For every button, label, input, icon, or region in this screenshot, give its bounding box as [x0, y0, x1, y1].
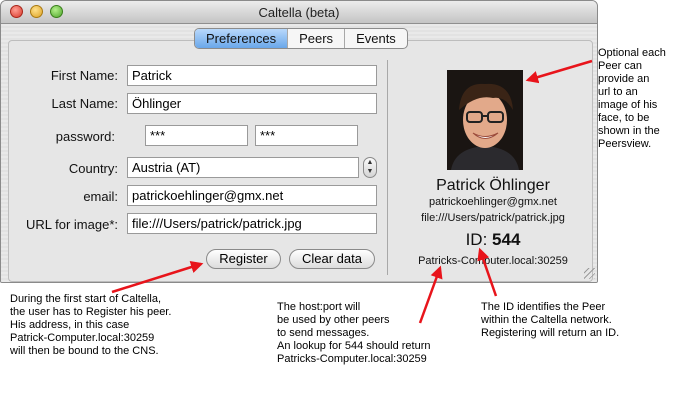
arrow-to-photo [525, 59, 593, 84]
tab-preferences[interactable]: Preferences [195, 29, 288, 48]
annotation-arrows [111, 59, 593, 324]
arrow-to-register [111, 261, 204, 294]
tab-peers[interactable]: Peers [287, 29, 344, 48]
arrow-to-host [418, 265, 443, 324]
arrow-to-id [477, 247, 498, 297]
tab-bar: Preferences Peers Events [194, 28, 408, 49]
tab-events[interactable]: Events [344, 29, 407, 48]
